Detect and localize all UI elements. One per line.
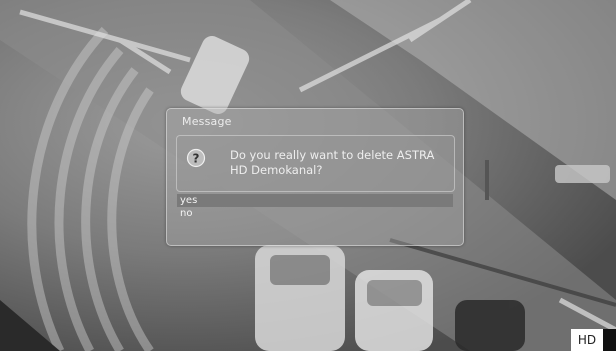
message-dialog: Message ? Do you really want to delete A… bbox=[166, 108, 464, 246]
message-panel: ? Do you really want to delete ASTRA HD … bbox=[176, 135, 455, 192]
dialog-title: Message bbox=[182, 115, 232, 128]
badge-edge bbox=[603, 329, 616, 351]
question-icon: ? bbox=[186, 148, 206, 168]
hd-badge: HD bbox=[571, 329, 603, 351]
message-text: Do you really want to delete ASTRA HD De… bbox=[230, 148, 435, 177]
options-list: yes no bbox=[177, 194, 453, 220]
svg-text:?: ? bbox=[193, 152, 200, 166]
option-yes[interactable]: yes bbox=[177, 194, 453, 207]
option-no[interactable]: no bbox=[177, 207, 453, 220]
